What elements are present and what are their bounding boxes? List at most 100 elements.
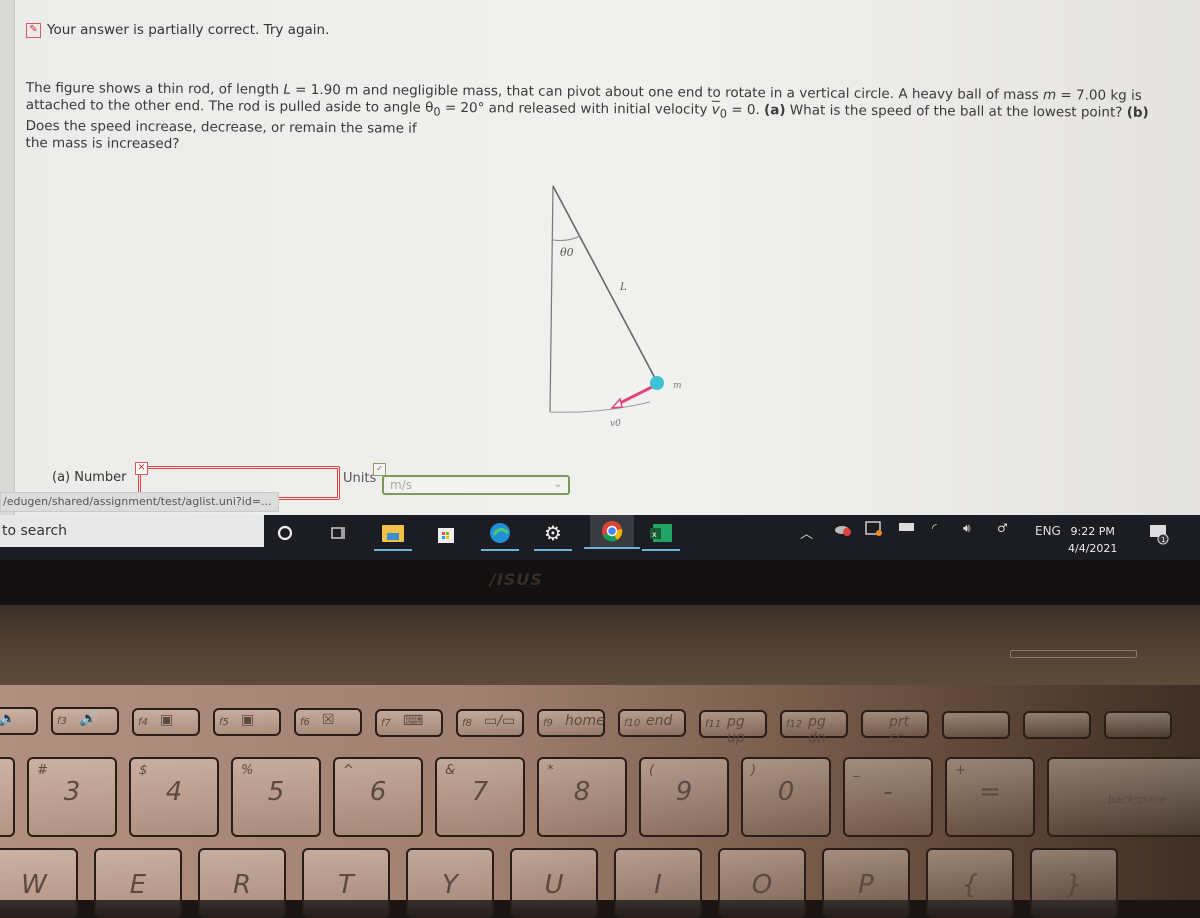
key-shift-label: * xyxy=(547,763,554,778)
active-indicator xyxy=(584,547,640,549)
meet-now-icon[interactable] xyxy=(865,521,883,540)
number-key[interactable]: (9 xyxy=(639,757,729,837)
letter-key[interactable]: R xyxy=(198,848,286,918)
key-label: O xyxy=(751,870,773,900)
task-view-icon[interactable] xyxy=(325,521,351,545)
number-key[interactable]: _ - xyxy=(843,757,933,837)
key-label: Y xyxy=(442,870,458,900)
key-label: 3 xyxy=(63,777,81,807)
letter-key[interactable]: O xyxy=(718,848,806,918)
active-indicator xyxy=(481,549,519,551)
notifications-icon[interactable]: 1 xyxy=(1148,523,1170,548)
chrome-icon[interactable] xyxy=(584,515,640,549)
function-key[interactable]: f6 ☒ xyxy=(294,708,362,737)
key-label: f12 xyxy=(786,719,803,730)
function-key[interactable] xyxy=(942,710,1010,739)
number-key[interactable]: & 7 xyxy=(435,757,525,837)
key-label: 8 xyxy=(573,777,591,807)
key-label: 4 xyxy=(165,777,183,807)
key-icon: home xyxy=(565,713,605,730)
function-key[interactable]: f7 ⌨ xyxy=(375,708,443,737)
key-label: R xyxy=(232,870,252,900)
key-icon: prt sc xyxy=(889,714,910,747)
number-key[interactable]: @2 xyxy=(0,757,15,837)
function-key[interactable]: f10 end xyxy=(618,709,686,738)
letter-key[interactable]: } xyxy=(1030,848,1118,918)
q-symbol-m: m xyxy=(1042,87,1057,104)
key-label: f9 xyxy=(543,718,553,730)
vertical-reference-line xyxy=(549,185,554,413)
cortana-icon[interactable] xyxy=(272,521,298,545)
key-label: f5 xyxy=(219,716,229,728)
number-key[interactable]: + = xyxy=(945,757,1035,837)
function-key[interactable]: f11 pg up xyxy=(699,709,767,746)
function-key[interactable]: f3 🔊 xyxy=(51,707,119,736)
battery-icon[interactable] xyxy=(898,521,916,536)
key-icon: pg up xyxy=(727,713,745,746)
number-key[interactable]: $4 xyxy=(129,757,219,837)
letter-key[interactable]: P xyxy=(822,848,910,918)
letter-key[interactable]: I xyxy=(614,848,702,918)
letter-key[interactable]: Y xyxy=(406,848,494,918)
rod-length-label: L xyxy=(619,282,627,293)
letter-key[interactable]: U xyxy=(510,848,598,918)
letter-key[interactable]: W xyxy=(0,848,78,918)
q-text: What is the speed of the ball at the low… xyxy=(785,102,1127,121)
excel-icon[interactable]: x xyxy=(642,521,680,551)
function-key[interactable] xyxy=(1104,711,1172,740)
settings-icon[interactable]: ⚙ xyxy=(534,521,572,551)
clock-time: 9:22 PM xyxy=(1070,525,1115,538)
key-icon: ▣ xyxy=(160,711,174,728)
microsoft-store-icon[interactable] xyxy=(433,521,459,545)
letter-key[interactable]: { xyxy=(926,848,1014,918)
pencil-edit-icon: ✎ xyxy=(26,22,41,38)
number-key[interactable]: #3 xyxy=(27,757,117,837)
part-a-label: (a) xyxy=(764,102,786,119)
chevron-down-icon: ⌄ xyxy=(553,479,562,490)
file-explorer-icon[interactable] xyxy=(374,521,412,551)
ball xyxy=(650,376,664,390)
key-shift-label: ) xyxy=(751,763,757,778)
onedrive-error-icon[interactable] xyxy=(834,521,852,540)
key-shift-label: # xyxy=(37,763,48,778)
laptop-bezel xyxy=(0,560,1200,610)
key-shift-label: ^ xyxy=(343,763,354,778)
number-key[interactable]: * 8 xyxy=(537,757,627,837)
function-key[interactable]: f5 ▣ xyxy=(213,707,281,736)
units-select[interactable]: m/s ⌄ xyxy=(382,475,570,495)
function-key[interactable]: f4 ▣ xyxy=(132,707,200,736)
key-label: P xyxy=(858,870,874,900)
chevron-up-icon[interactable]: ︿ xyxy=(800,523,813,542)
taskbar-search-input[interactable]: to search xyxy=(0,515,264,547)
key-label: W xyxy=(21,870,47,900)
function-key[interactable] xyxy=(1023,710,1091,739)
volume-icon[interactable]: 🔊︎ xyxy=(963,521,971,536)
letter-key[interactable]: E xyxy=(94,848,182,918)
number-key[interactable]: ) 0 xyxy=(741,757,831,837)
letter-key[interactable]: T xyxy=(302,848,390,918)
key-label: 0 xyxy=(777,777,795,807)
key-shift-label: $ xyxy=(139,763,148,778)
clock[interactable]: 9:22 PM 4/4/2021 xyxy=(1068,523,1117,557)
function-key[interactable]: f8 ▭/▭ xyxy=(456,708,524,737)
function-key[interactable]: prt sc xyxy=(861,710,929,746)
key-label: f8 xyxy=(462,717,472,729)
units-selected-value: m/s xyxy=(390,478,412,492)
velocity-label: v0 xyxy=(610,419,621,429)
q-text: = 7.00 kg is xyxy=(1056,87,1142,104)
function-key[interactable]: f12 pg dn xyxy=(780,710,848,746)
key-label: f6 xyxy=(300,717,310,729)
number-key[interactable]: ^ 6 xyxy=(333,757,423,837)
function-key[interactable]: f9 home xyxy=(537,709,605,738)
key-shift-label: _ xyxy=(853,763,860,778)
number-key[interactable]: % 5 xyxy=(231,757,321,837)
edge-icon[interactable] xyxy=(481,521,519,551)
key-shift-label: ( xyxy=(649,763,655,778)
number-key[interactable]: backspace xyxy=(1047,757,1200,837)
laptop-keyboard: f2🔈 f3 🔊 f4 ▣ f5 ▣ f6 ☒ f7 ⌨ f8 ▭/▭ f9 home f10 end f11 pg… xyxy=(0,685,1200,918)
function-key[interactable]: f2🔈 xyxy=(0,707,38,735)
key-label: T xyxy=(338,870,354,900)
wifi-icon[interactable]: ◜ xyxy=(932,521,937,535)
language-indicator[interactable]: ENG xyxy=(1035,524,1061,538)
pen-workspace-icon[interactable]: ♂ xyxy=(997,521,1008,535)
